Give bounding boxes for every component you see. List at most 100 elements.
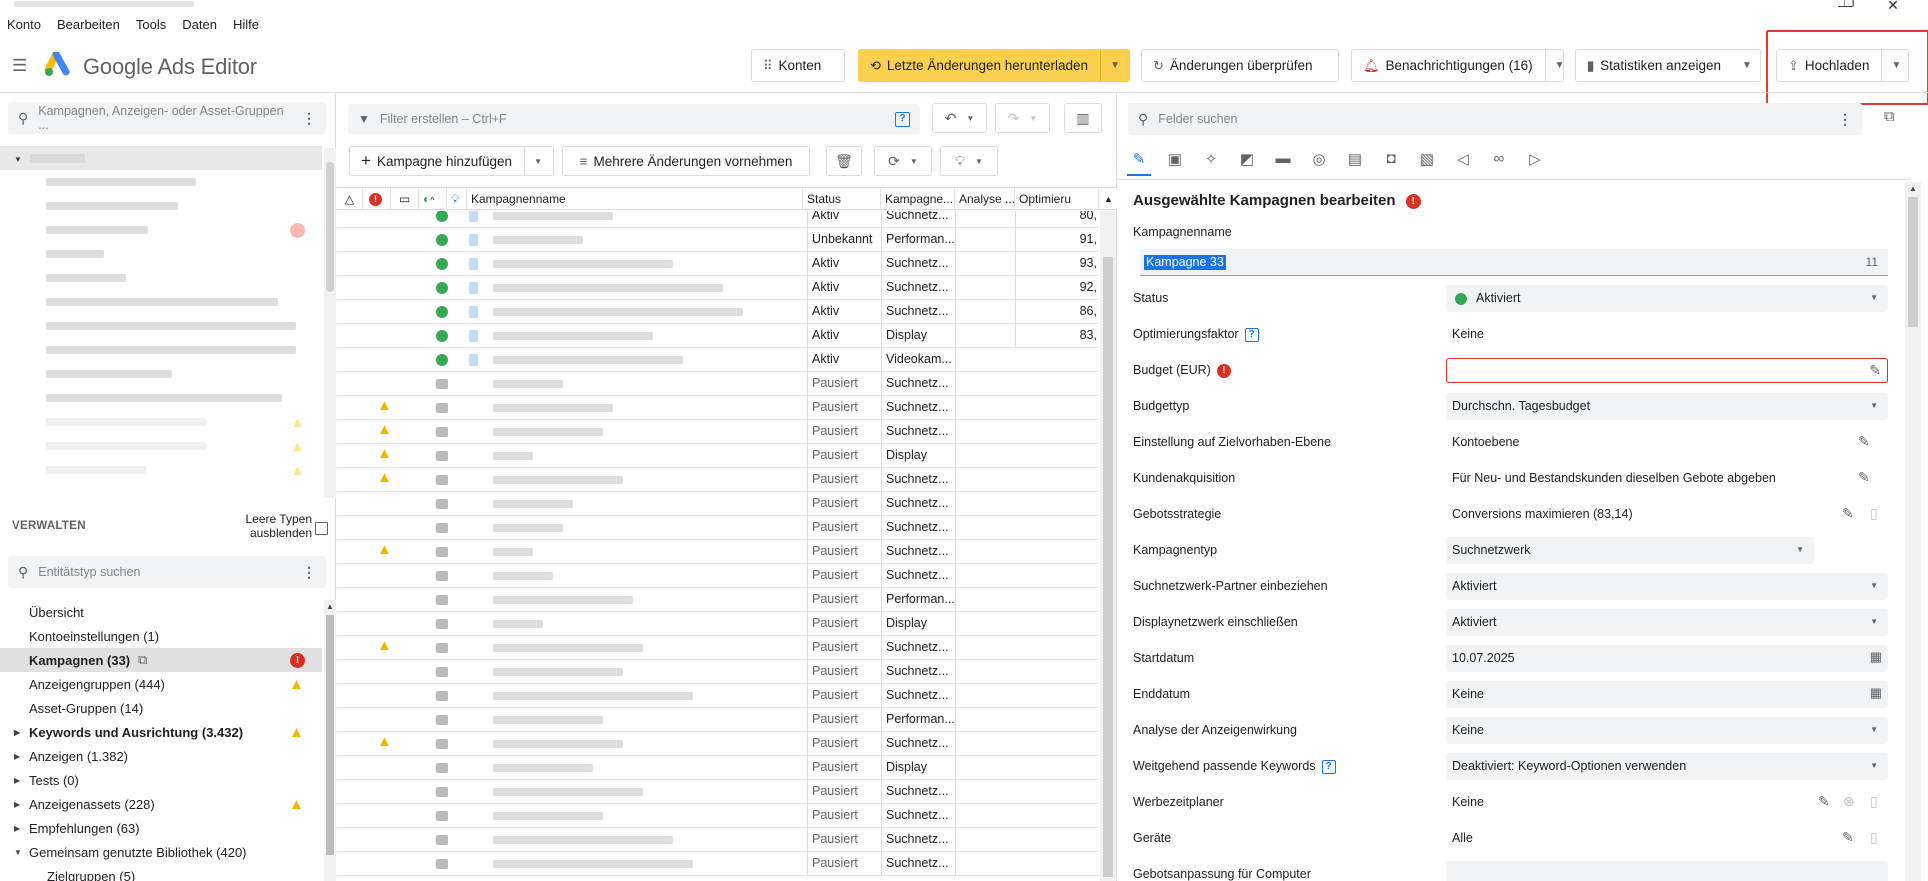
help-icon[interactable]: ? [1321, 759, 1336, 774]
column-campaign-type[interactable]: Kampagne... [881, 188, 955, 210]
column-status-icon[interactable]: ◐^ [419, 188, 447, 210]
table-row[interactable]: ▲ Pausiert Suchnetz... [337, 420, 1099, 444]
field-search[interactable]: ⚲ Felder suchen ⋮ [1128, 103, 1862, 135]
column-lightbulb-icon[interactable]: 💡︎ [447, 188, 467, 210]
tab-magic-icon[interactable]: ✧ [1199, 150, 1223, 176]
tree-scrollbar[interactable] [324, 148, 336, 498]
chevron-down-icon[interactable]: ▼ [1870, 617, 1878, 626]
tab-speaker-icon[interactable]: ◁ [1451, 150, 1475, 176]
menu-konto[interactable]: Konto [7, 17, 41, 37]
open-in-new-icon[interactable]: ⧉ [138, 652, 147, 668]
restore-button[interactable]: ❐ [1826, 0, 1872, 10]
multi-changes-button[interactable]: ≡ Mehrere Änderungen vornehmen [562, 146, 810, 176]
redo-button[interactable]: ↷ ▼ [995, 103, 1050, 133]
tab-video-icon[interactable]: ▬ [1271, 150, 1295, 176]
review-changes-button[interactable]: ↻ Änderungen überprüfen [1141, 49, 1339, 82]
column-status[interactable]: Status [803, 188, 881, 210]
columns-button[interactable]: ▥ [1064, 103, 1102, 133]
field-select[interactable]: Deaktiviert: Keyword-Optionen verwenden ▼ [1446, 753, 1888, 780]
field-select[interactable]: Keine ▼ [1446, 717, 1888, 744]
chevron-down-icon[interactable]: ▼ [1870, 761, 1878, 770]
more-vert-icon[interactable]: ⋮ [302, 564, 316, 581]
column-error-icon[interactable]: ! [363, 188, 391, 210]
table-row[interactable]: ▲ Pausiert Suchnetz... [337, 540, 1099, 564]
entity-item-asset-groups[interactable]: Asset-Gruppen (14) [0, 696, 322, 720]
clipboard-icon[interactable]: ▯ [1870, 793, 1878, 810]
table-row[interactable]: ▲ Pausiert Suchnetz... [337, 468, 1099, 492]
menu-bearbeiten[interactable]: Bearbeiten [57, 17, 120, 37]
download-changes-button[interactable]: ⟲ Letzte Änderungen herunterladen ▼ [858, 49, 1130, 82]
table-row[interactable]: ▲ Pausiert Suchnetz... [337, 636, 1099, 660]
close-button[interactable]: ✕ [1870, 0, 1916, 12]
konten-button[interactable]: ⠿ Konten [751, 49, 845, 82]
chevron-down-icon[interactable]: ▼ [1870, 581, 1878, 590]
budget-input[interactable]: ✎ [1446, 358, 1888, 383]
chevron-down-icon[interactable]: ▼ [524, 147, 542, 175]
open-in-new-icon[interactable]: ⧉ [1884, 108, 1895, 125]
column-optimization[interactable]: Optimieru [1015, 188, 1099, 210]
chevron-up-icon[interactable]: ▲ [1099, 188, 1117, 210]
filter-bar[interactable]: ▼ Filter erstellen – Ctrl+F ? [348, 104, 920, 134]
column-comment-icon[interactable]: ▭ [391, 188, 419, 210]
entity-list-scrollbar[interactable]: ▲ [324, 600, 336, 881]
table-row[interactable]: Pausiert Performan... [337, 708, 1099, 732]
column-campaign-name[interactable]: Kampagnenname [467, 188, 803, 210]
field-select[interactable] [1446, 861, 1888, 881]
table-row[interactable]: Pausiert Suchnetz... [337, 828, 1099, 852]
column-warning-icon[interactable]: △ [337, 188, 363, 210]
download-dropdown-icon[interactable]: ▼ [1100, 50, 1120, 81]
expand-icon[interactable]: ▶ [14, 776, 20, 785]
pencil-icon[interactable]: ✎ [1842, 505, 1854, 522]
account-tree[interactable]: ▼ ▲ ▲ ▲ [0, 146, 322, 496]
help-icon[interactable]: ? [895, 111, 910, 127]
menu-tools[interactable]: Tools [136, 17, 166, 37]
show-stats-button[interactable]: ▮ Statistiken anzeigen ▼ [1575, 49, 1761, 82]
entity-item-overview[interactable]: Übersicht [0, 600, 322, 624]
date-picker[interactable]: 10.07.2025 ▦ [1446, 645, 1888, 672]
chevron-down-icon[interactable]: ▼ [1870, 401, 1878, 410]
replace-button[interactable]: ⟳ ▼ [874, 146, 932, 176]
field-select[interactable]: Aktiviert ▼ [1446, 285, 1888, 312]
table-row[interactable]: Pausiert Suchnetz... [337, 804, 1099, 828]
table-row[interactable]: Aktiv Videokam... [337, 348, 1099, 372]
tab-target-icon[interactable]: ◎ [1307, 150, 1331, 176]
account-tree-search[interactable]: ⚲ Kampagnen, Anzeigen- oder Asset-Gruppe… [8, 102, 326, 134]
calendar-icon[interactable]: ▦ [1870, 649, 1882, 665]
table-row[interactable]: Pausiert Performan... [337, 588, 1099, 612]
pencil-icon[interactable]: ✎ [1818, 793, 1830, 810]
table-row[interactable]: Pausiert Suchnetz... [337, 780, 1099, 804]
pencil-icon[interactable]: ✎ [1869, 362, 1881, 379]
tab-tag-icon[interactable]: ◩ [1235, 150, 1259, 176]
table-row[interactable]: Pausiert Suchnetz... [337, 372, 1099, 396]
column-analysis[interactable]: Analyse ... [955, 188, 1015, 210]
more-vert-icon[interactable]: ⋮ [1838, 111, 1852, 128]
table-row[interactable]: Pausiert Suchnetz... [337, 492, 1099, 516]
table-row[interactable]: Unbekannt Performan... 91, [337, 228, 1099, 252]
clipboard-icon[interactable]: ▯ [1870, 829, 1878, 846]
collapse-sidebar-icon[interactable]: ☰ [12, 56, 27, 76]
field-select[interactable]: Aktiviert ▼ [1446, 573, 1888, 600]
table-row[interactable]: Aktiv Display 83, [337, 324, 1099, 348]
pencil-icon[interactable]: ✎ [1842, 829, 1854, 846]
account-tree-search-input[interactable]: Kampagnen, Anzeigen- oder Asset-Gruppen … [38, 104, 292, 132]
expand-icon[interactable]: ▶ [14, 728, 20, 737]
chevron-down-icon[interactable]: ▼ [1870, 725, 1878, 734]
table-row[interactable]: Pausiert Suchnetz... [337, 684, 1099, 708]
expand-icon[interactable]: ▶ [14, 824, 20, 833]
expand-icon[interactable]: ▶ [14, 752, 20, 761]
entity-item-ad-assets[interactable]: ▶ Anzeigenassets (228) ▲ [0, 792, 322, 816]
campaign-name-input[interactable]: Kampagne 33 [1144, 255, 1226, 270]
hide-empty-types-checkbox[interactable] [315, 522, 328, 535]
field-search-input[interactable]: Felder suchen [1158, 112, 1237, 126]
tab-chart-icon[interactable]: ▧ [1415, 150, 1439, 176]
recommendations-button[interactable]: 💡︎ ▼ [940, 146, 998, 176]
table-row[interactable]: ▲ Pausiert Suchnetz... [337, 732, 1099, 756]
entity-item-ads[interactable]: ▶ Anzeigen (1.382) [0, 744, 322, 768]
pencil-icon[interactable]: ✎ [1858, 469, 1870, 486]
table-row[interactable]: Pausiert Suchnetz... [337, 516, 1099, 540]
undo-button[interactable]: ↶ ▼ [932, 103, 987, 133]
table-row[interactable]: Aktiv Suchnetz... 80, [337, 211, 1099, 228]
table-row[interactable]: ▲ Pausiert Display [337, 444, 1099, 468]
entity-item-campaigns[interactable]: Kampagnen (33) ⧉! [0, 648, 322, 672]
chevron-down-icon[interactable]: ▼ [1796, 545, 1804, 554]
